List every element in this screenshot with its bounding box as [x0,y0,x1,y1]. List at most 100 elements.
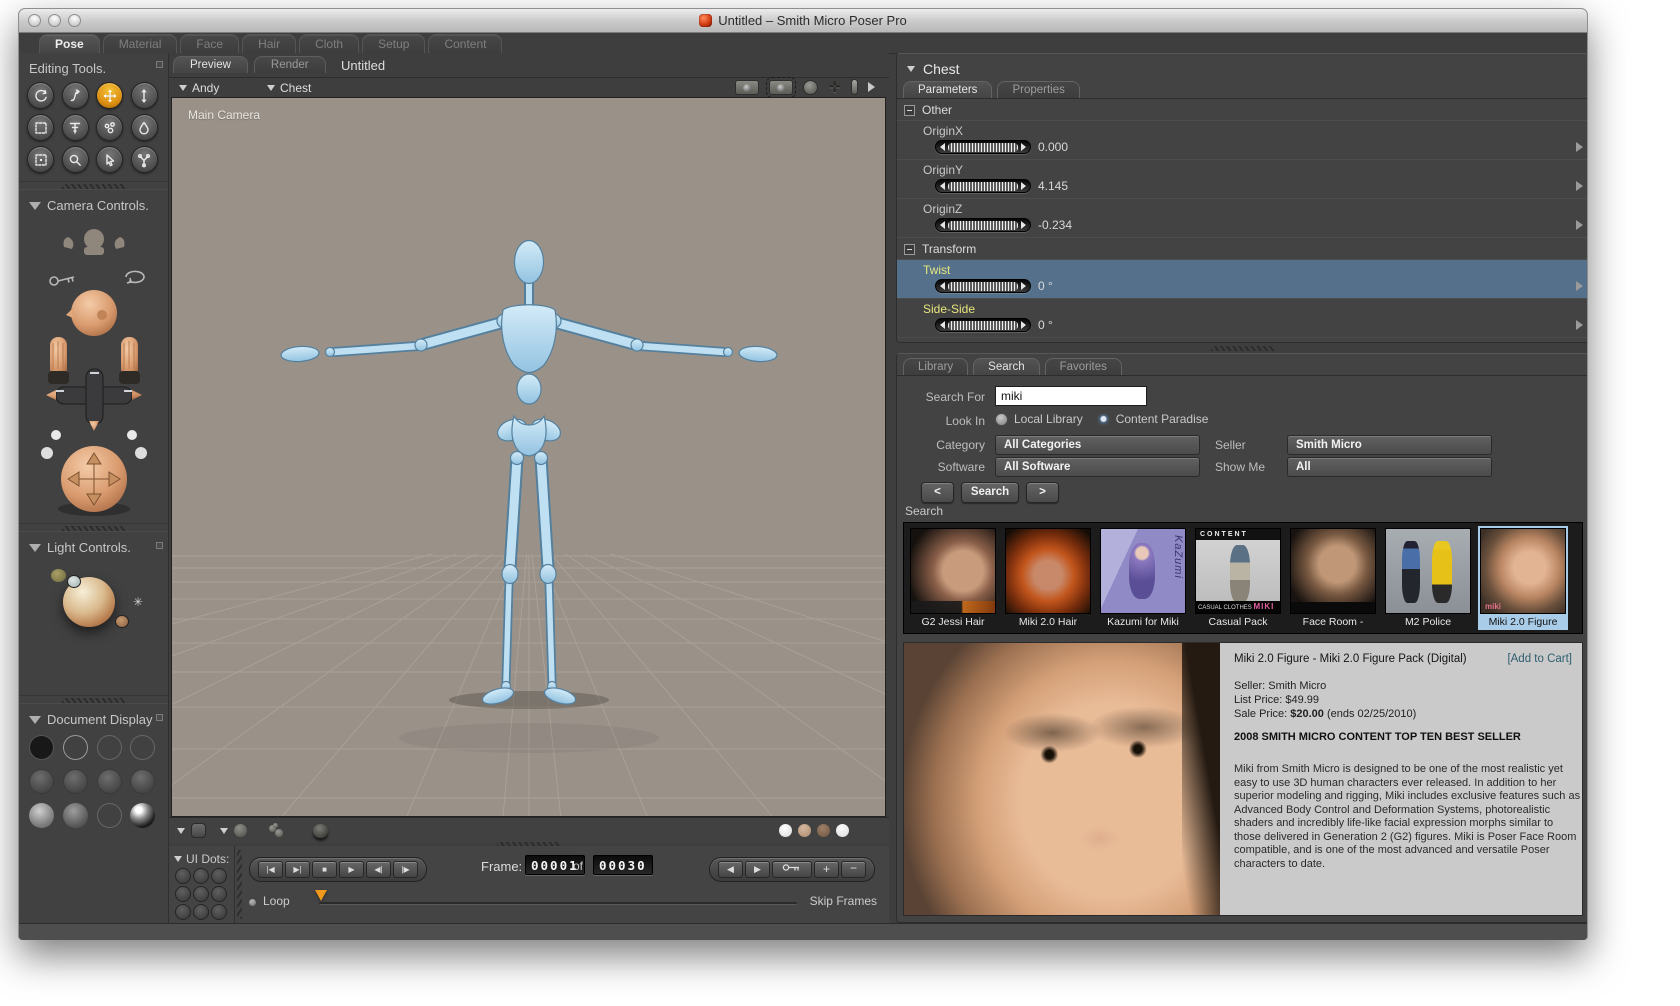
add-keyframe-button[interactable]: + [814,861,839,878]
search-result-miki-2-figure[interactable]: Miki 2.0 Figure [1478,526,1568,630]
light-indicator-1[interactable] [51,569,66,582]
display-style-flat-lined[interactable] [96,769,122,794]
radio-local-library-label[interactable]: Local Library [1014,412,1083,426]
light-controls-area[interactable]: ✳ [19,559,168,689]
tab-preview[interactable]: Preview [173,56,248,73]
tracking-ball-icon[interactable] [234,824,247,837]
grouping-tool-icon[interactable] [27,146,54,173]
sun-icon[interactable]: ✳ [133,595,143,609]
ui-dot-7[interactable] [175,904,191,920]
first-frame-button[interactable]: |◀ [258,861,283,878]
search-results-strip[interactable]: G2 Jessi Hair Miki 2.0 Hair KaZumi Kazum… [903,522,1583,634]
display-style-flat-shaded[interactable] [62,769,88,794]
translate-pull-tool-icon[interactable] [96,82,123,109]
display-style-hidden-line[interactable] [130,735,156,760]
camera-plane-icon[interactable]: ✛ [828,80,841,95]
previous-page-button[interactable]: < [921,482,954,503]
search-result-miki-2-hair[interactable]: Miki 2.0 Hair [1003,526,1093,630]
ui-dot-5[interactable] [193,886,209,902]
display-style-smooth-lined[interactable] [62,803,88,828]
edit-keyframes-button[interactable] [772,861,812,878]
search-result-casual-pack[interactable]: CONTENT CASUAL CLOTHES MIKI Casual Pack [1193,526,1283,630]
parameter-dial[interactable] [935,218,1031,232]
light-indicator-3[interactable] [115,615,129,628]
ui-dot-8[interactable] [193,904,209,920]
delete-keyframe-button[interactable]: − [841,861,866,878]
tab-content[interactable]: Content [428,34,503,53]
camera-controls-graphic[interactable] [32,217,156,517]
stop-button[interactable]: ■ [312,861,337,878]
tab-search[interactable]: Search [973,358,1040,375]
ui-dot-4[interactable] [175,886,191,902]
ui-dot-1[interactable] [175,868,191,884]
search-result-face-room[interactable]: Face Room - [1288,526,1378,630]
tracking-dot-box[interactable] [817,824,830,837]
twist-tool-icon[interactable] [61,82,89,109]
timeline-position-marker[interactable] [315,890,327,901]
loop-label[interactable]: Loop [263,894,290,908]
display-style-texture-shaded[interactable] [96,803,122,828]
tracking-dot-full[interactable] [779,824,792,837]
minimize-button[interactable] [48,14,61,27]
color-tool-icon[interactable] [130,114,158,141]
tab-hair[interactable]: Hair [242,34,297,53]
panel-resize-handle[interactable] [156,714,163,721]
display-style-wireframe[interactable] [96,735,122,760]
ui-dot-6[interactable] [211,886,227,902]
radio-content-paradise-label[interactable]: Content Paradise [1116,412,1209,426]
selected-element-title[interactable]: Chest [923,61,960,77]
shaded-ball-icon[interactable] [313,823,328,838]
step-forward-button[interactable]: |▶ [393,861,418,878]
parameter-menu-arrow-icon[interactable] [1576,319,1583,330]
camera-controls-title[interactable]: Camera Controls. [19,190,168,217]
panel-resize-handle[interactable] [156,61,163,68]
parameter-menu-arrow-icon[interactable] [1576,280,1583,291]
display-style-outline[interactable] [62,735,88,760]
radio-local-library[interactable] [995,412,1008,426]
collapse-group-icon[interactable] [904,243,915,255]
play-button[interactable]: ▶ [339,861,364,878]
direct-manipulation-tool-icon[interactable] [96,146,123,173]
previous-keyframe-button[interactable]: ◀ [718,861,743,878]
parameter-menu-arrow-icon[interactable] [1576,141,1583,152]
display-style-silhouette[interactable] [29,735,54,760]
camera-dolly-icon[interactable] [851,79,858,95]
chain-break-tool-icon[interactable] [130,146,158,173]
light-indicator-2[interactable] [67,575,81,588]
display-style-sketch[interactable] [130,803,156,828]
search-result-m2-police[interactable]: M2 Police [1383,526,1473,630]
element-selector[interactable]: Chest [267,81,311,95]
morphing-tool-icon[interactable] [96,114,123,141]
tab-library[interactable]: Library [903,358,969,375]
search-input[interactable] [995,386,1147,406]
close-button[interactable] [28,14,41,27]
title-bar[interactable]: Untitled – Smith Micro Poser Pro [19,9,1587,33]
tab-parameters[interactable]: Parameters [903,81,993,98]
parameter-dial[interactable] [935,140,1031,154]
tab-setup[interactable]: Setup [362,34,426,53]
tab-properties[interactable]: Properties [997,81,1080,98]
show-me-dropdown[interactable]: All [1287,457,1492,477]
disclosure-triangle-icon[interactable] [177,827,185,834]
next-keyframe-button[interactable]: ▶ [745,861,770,878]
tracking-dot-current[interactable] [836,824,849,837]
taper-tool-icon[interactable] [61,114,89,141]
scene-canvas[interactable] [172,98,886,817]
search-button[interactable]: Search [961,482,1019,503]
display-style-smooth-shaded[interactable] [29,803,54,828]
toolbar-expand-arrow-icon[interactable] [868,82,875,92]
disclosure-triangle-icon[interactable] [220,827,228,834]
tab-face[interactable]: Face [180,34,240,53]
step-back-button[interactable]: ◀| [366,861,391,878]
search-result-g2-jessi-hair[interactable]: G2 Jessi Hair [908,526,998,630]
category-dropdown[interactable]: All Categories [995,435,1200,455]
translate-in-out-tool-icon[interactable] [130,82,158,109]
camera-flyaround-icon[interactable] [766,76,797,98]
loop-indicator[interactable] [249,899,256,906]
ui-dot-2[interactable] [193,868,209,884]
next-page-button[interactable]: > [1026,482,1059,503]
tab-cloth[interactable]: Cloth [299,34,360,53]
skip-frames-label[interactable]: Skip Frames [810,894,877,908]
total-frames-field[interactable]: 00030 [593,855,653,875]
timeline-scrubber[interactable] [319,902,797,905]
